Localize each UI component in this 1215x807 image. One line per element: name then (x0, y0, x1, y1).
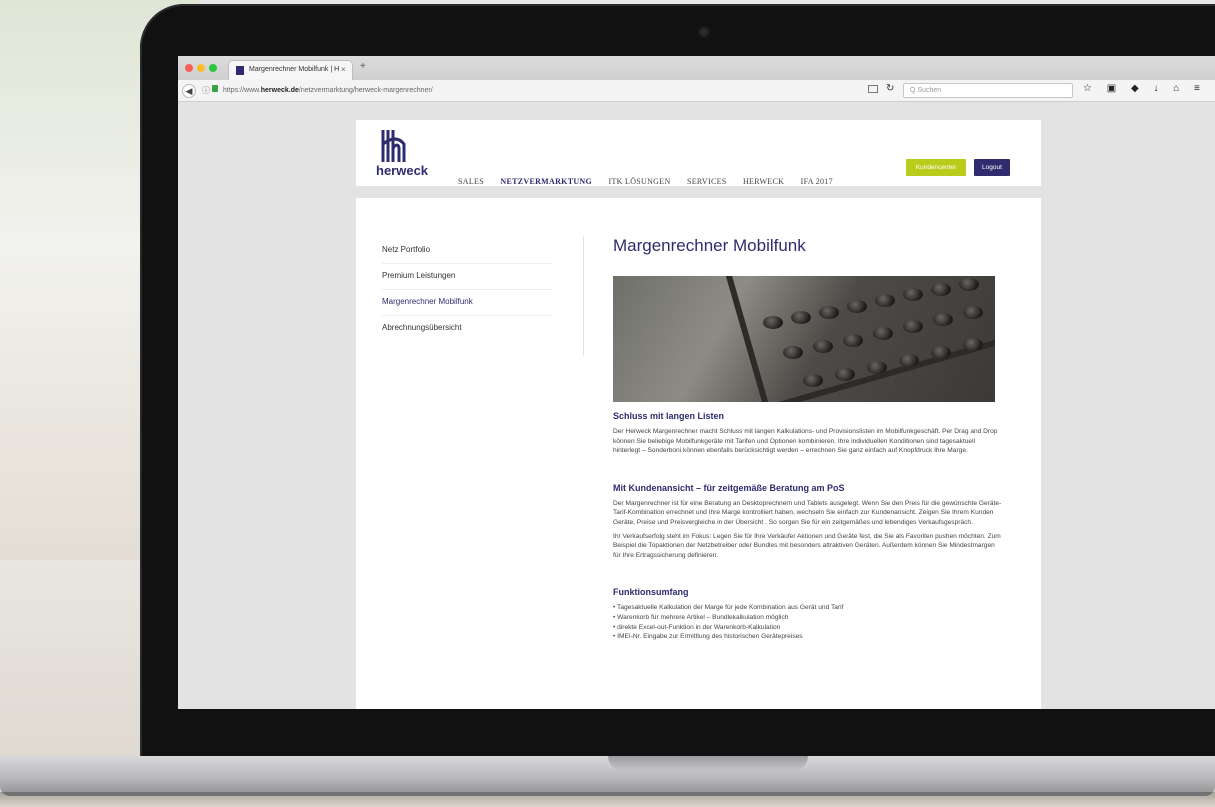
section-text-listen: Der Herweck Margenrechner macht Schluss … (613, 428, 998, 455)
maximize-window-button[interactable] (209, 64, 217, 72)
main-nav: SALES NETZVERMARKTUNG ITK LÖSUNGEN SERVI… (458, 171, 845, 189)
camera-icon (700, 28, 708, 36)
side-navigation: Netz Portfolio Premium Leistungen Margen… (382, 238, 552, 342)
laptop-shadow (0, 792, 1215, 807)
minimize-window-button[interactable] (197, 64, 205, 72)
logo-text[interactable]: herweck (376, 163, 428, 178)
laptop-screen: Margenrechner Mobilfunk | H × + ◀ ⓘ http… (178, 56, 1215, 709)
back-arrow-icon[interactable]: ◀ (182, 84, 196, 98)
nav-item-sales[interactable]: SALES (458, 177, 484, 186)
abacus-bead (875, 294, 895, 307)
url-path: /netzvermarktung/herweck-margenrechner/ (298, 87, 433, 94)
kundencenter-button[interactable]: Kundencenter (906, 159, 966, 176)
abacus-bead (959, 278, 979, 291)
abacus-bead (903, 288, 923, 301)
abacus-bead (931, 283, 951, 296)
browser-url-bar: ◀ ⓘ https://www.herweck.de/netzvermarktu… (178, 80, 1215, 102)
page-viewport: herweck SALES NETZVERMARKTUNG ITK LÖSUNG… (178, 102, 1215, 709)
nav-item-herweck[interactable]: HERWECK (743, 177, 784, 186)
search-input[interactable]: Q Suchen (903, 83, 1073, 98)
url-domain: herweck.de (260, 87, 299, 94)
content-card: Netz Portfolio Premium Leistungen Margen… (356, 198, 1041, 709)
nav-item-netzvermarktung[interactable]: NETZVERMARKTUNG (500, 177, 592, 186)
list-item: direkte Excel-out-Funktion in der Warenk… (613, 623, 1003, 633)
abacus-bead (867, 361, 887, 374)
url-prefix: https://www. (223, 87, 261, 94)
abacus-bead (963, 306, 983, 319)
sidebar-item-margenrechner-mobilfunk[interactable]: Margenrechner Mobilfunk (382, 290, 552, 316)
section-heading-funktionsumfang: Funktionsumfang (613, 587, 689, 598)
section-heading-listen: Schluss mit langen Listen (613, 411, 725, 421)
abacus-bead (843, 334, 863, 347)
site-header: herweck SALES NETZVERMARKTUNG ITK LÖSUNG… (356, 120, 1041, 186)
section-text-kundenansicht-1: Der Margenrechner ist für eine Beratung … (613, 499, 1002, 526)
laptop-base-notch (608, 756, 808, 770)
abacus-bead (963, 338, 983, 351)
nav-item-itk-loesungen[interactable]: ITK LÖSUNGEN (608, 177, 670, 186)
lock-icon (212, 85, 218, 92)
abacus-bead (847, 300, 867, 313)
close-window-button[interactable] (185, 64, 193, 72)
abacus-bead (791, 311, 811, 324)
abacus-bead (819, 306, 839, 319)
sidebar-item-premium-leistungen[interactable]: Premium Leistungen (382, 264, 552, 290)
abacus-bead (803, 374, 823, 387)
reader-view-icon[interactable] (868, 85, 878, 93)
abacus-bead (933, 313, 953, 326)
laptop-base (0, 756, 1215, 796)
list-item: Tagesaktuelle Kalkulation der Marge für … (613, 603, 1003, 613)
abacus-bead (763, 316, 783, 329)
herweck-logo-icon[interactable] (380, 130, 410, 162)
sidebar-item-netz-portfolio[interactable]: Netz Portfolio (382, 238, 552, 264)
nav-item-services[interactable]: SERVICES (687, 177, 727, 186)
new-tab-button[interactable]: + (360, 61, 366, 72)
tab-close-icon[interactable]: × (341, 65, 346, 74)
list-item: IMEI-Nr. Eingabe zur Ermittlung des hist… (613, 632, 1003, 642)
list-item: Warenkorb für mehrere Artikel – Bundleka… (613, 613, 1003, 623)
main-content: Margenrechner Mobilfunk Schluss mit lang… (613, 236, 1003, 642)
abacus-bead (931, 346, 951, 359)
address-field[interactable]: https://www.herweck.de/netzvermarktung/h… (223, 83, 863, 98)
reload-icon[interactable]: ↻ (886, 83, 894, 94)
content-divider (583, 236, 584, 356)
tab-title: Margenrechner Mobilfunk | H (249, 66, 340, 73)
browser-tab[interactable]: Margenrechner Mobilfunk | H × (228, 60, 353, 80)
nav-item-ifa-2017[interactable]: IFA 2017 (801, 177, 833, 186)
browser-tab-bar: Margenrechner Mobilfunk | H × + (178, 56, 1215, 80)
page-title: Margenrechner Mobilfunk (613, 236, 806, 255)
abacus-bead (873, 327, 893, 340)
sidebar-item-abrechnungsuebersicht[interactable]: Abrechnungsübersicht (382, 316, 552, 342)
abacus-bead (813, 340, 833, 353)
herweck-favicon-icon (236, 66, 244, 75)
toolbar-icons[interactable]: ☆ ▣ ◆ ↓ ⌂ ≡ (1083, 83, 1206, 94)
abacus-bead (899, 354, 919, 367)
section-text-kundenansicht-2: Ihr Verkaufserfolg steht im Fokus: Legen… (613, 532, 1001, 559)
section-heading-kundenansicht: Mit Kundenansicht – für zeitgemäße Berat… (613, 482, 845, 493)
abacus-image (613, 276, 995, 402)
abacus-bead (835, 368, 855, 381)
logout-button[interactable]: Logout (974, 159, 1010, 176)
abacus-bead (903, 320, 923, 333)
feature-list: Tagesaktuelle Kalkulation der Marge für … (613, 603, 1003, 641)
abacus-bead (783, 346, 803, 359)
info-icon[interactable]: ⓘ (202, 85, 210, 96)
